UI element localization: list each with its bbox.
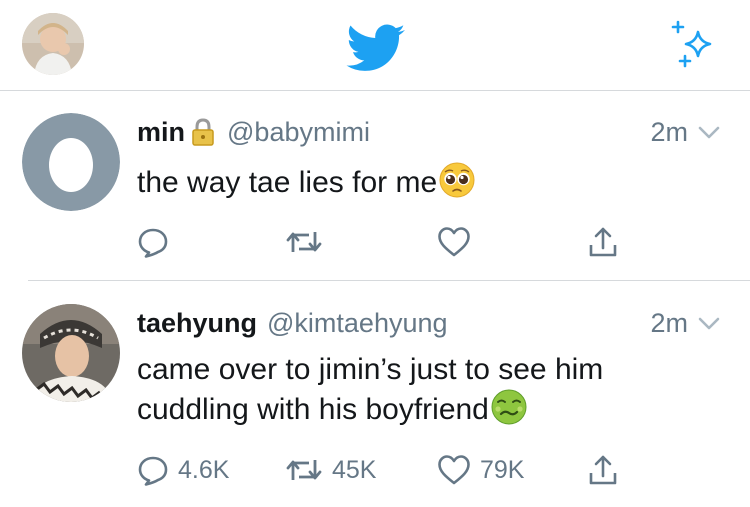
profile-photo (22, 13, 84, 75)
lock-icon (192, 118, 214, 146)
tweet-body: the way tae lies for me (137, 166, 438, 199)
reply-icon (138, 456, 168, 486)
chevron-down-icon[interactable] (698, 126, 720, 140)
share-button[interactable] (588, 222, 618, 262)
avatar-photo (22, 304, 120, 402)
tweet-header: min @babymimi (137, 117, 370, 147)
tweet-text: the way tae lies for me (137, 162, 697, 202)
sparkle-icon[interactable] (667, 20, 717, 70)
tweet-actions (0, 222, 750, 262)
egg-avatar[interactable] (22, 113, 120, 211)
share-button[interactable] (588, 450, 618, 490)
share-icon (589, 227, 617, 257)
timestamp[interactable]: 2m (650, 308, 688, 338)
user-avatar[interactable] (22, 304, 120, 402)
retweet-count: 45K (332, 455, 377, 484)
like-icon (438, 455, 470, 485)
share-icon (589, 455, 617, 485)
display-name[interactable]: taehyung (137, 308, 257, 338)
tweet-actions: 4.6K 45K 79K (0, 450, 750, 490)
tweet-text: came over to jimin’s just to see him cud… (137, 351, 697, 429)
reply-button[interactable] (137, 222, 178, 262)
username[interactable]: @babymimi (227, 117, 370, 147)
chevron-down-icon[interactable] (698, 317, 720, 331)
retweet-button[interactable]: 45K (285, 450, 376, 490)
tweet[interactable]: min @babymimi 2m the way tae lies for me (0, 91, 750, 280)
display-name[interactable]: min (137, 117, 185, 147)
top-bar (0, 0, 750, 91)
twitter-timeline: min @babymimi 2m the way tae lies for me (0, 0, 750, 507)
tweet-body: came over to jimin’s just to see him cud… (137, 353, 604, 426)
username[interactable]: @kimtaehyung (267, 308, 448, 338)
default-egg-icon (22, 113, 120, 211)
tweet-header: taehyung @kimtaehyung (137, 308, 448, 338)
reply-count: 4.6K (178, 455, 230, 484)
like-count: 79K (480, 455, 525, 484)
like-button[interactable]: 79K (437, 450, 524, 490)
retweet-icon (286, 232, 322, 252)
reply-button[interactable]: 4.6K (137, 450, 229, 490)
retweet-button[interactable] (285, 222, 332, 262)
profile-avatar[interactable] (22, 13, 84, 75)
like-button[interactable] (437, 222, 480, 262)
reply-icon (138, 228, 168, 258)
nauseated-face-emoji-icon (491, 389, 527, 425)
twitter-bird-icon[interactable] (345, 24, 407, 74)
pleading-face-emoji-icon (439, 162, 475, 198)
like-icon (438, 227, 470, 257)
timestamp[interactable]: 2m (650, 117, 688, 147)
retweet-icon (286, 460, 322, 480)
tweet[interactable]: taehyung @kimtaehyung 2m came over to ji… (0, 281, 750, 507)
